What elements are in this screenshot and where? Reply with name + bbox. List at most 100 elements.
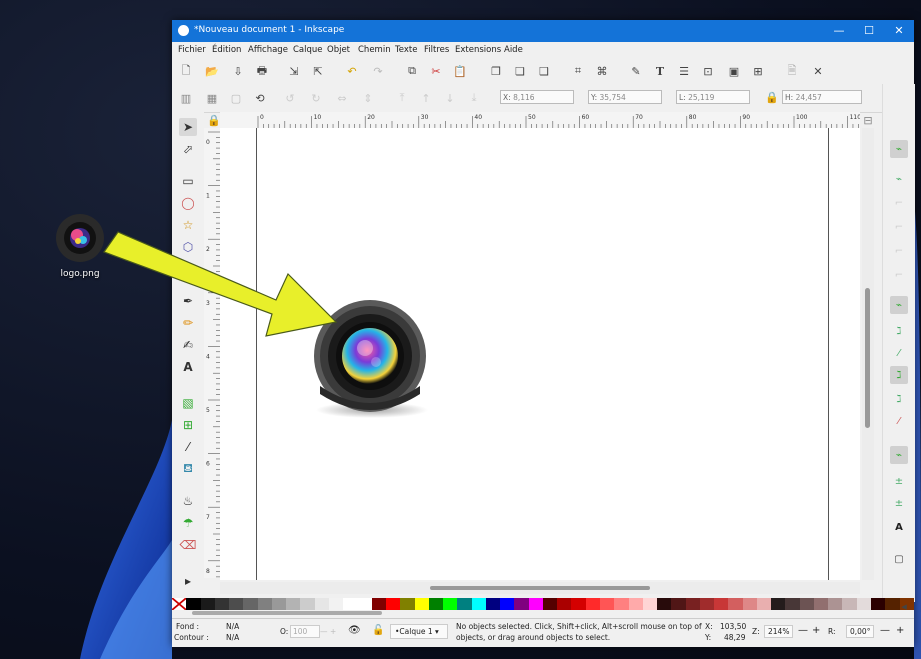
palette-swatch[interactable] bbox=[542, 598, 558, 610]
snap-smooth-nodes-icon[interactable]: ℷ bbox=[890, 390, 908, 408]
unlink-clone-icon[interactable]: ❑ bbox=[536, 63, 552, 79]
palette-swatch[interactable] bbox=[799, 598, 814, 610]
palette-swatch[interactable] bbox=[756, 598, 772, 610]
palette-swatch[interactable] bbox=[813, 598, 829, 610]
bezier-tool-icon[interactable]: ✒ bbox=[179, 292, 197, 310]
rotate-canvas-icon[interactable]: ⊟ bbox=[860, 112, 876, 128]
rotate-icon[interactable]: ⟲ bbox=[252, 90, 268, 106]
height-field[interactable]: H: 24,457 bbox=[782, 90, 862, 104]
menu-aide[interactable]: Aide bbox=[504, 45, 523, 55]
gradient-tool-icon[interactable]: ▧ bbox=[179, 394, 197, 412]
toolbox-more-icon[interactable]: ▸ bbox=[179, 572, 197, 590]
palette-swatch[interactable] bbox=[229, 598, 244, 610]
palette-swatch[interactable] bbox=[214, 598, 230, 610]
palette-swatch[interactable] bbox=[699, 598, 715, 610]
snap-nodes-icon[interactable]: ⌁ bbox=[890, 296, 908, 314]
star-tool-icon[interactable]: ☆ bbox=[179, 216, 197, 234]
group-icon[interactable]: ⌗ bbox=[570, 63, 586, 79]
palette-swatch[interactable] bbox=[685, 598, 700, 610]
palette-swatch[interactable] bbox=[471, 598, 486, 610]
text-font-icon[interactable]: T bbox=[652, 63, 668, 79]
palette-scrollbar[interactable] bbox=[192, 611, 382, 615]
opacity-field[interactable]: 100 bbox=[290, 625, 320, 638]
palette-swatch[interactable] bbox=[528, 598, 543, 610]
eraser-tool-icon[interactable]: ⌫ bbox=[179, 536, 197, 554]
palette-swatch[interactable] bbox=[614, 598, 629, 610]
palette-swatch[interactable] bbox=[186, 598, 201, 610]
palette-swatch[interactable] bbox=[357, 598, 372, 610]
paste-icon[interactable]: 📋 bbox=[452, 63, 468, 79]
deselect-icon[interactable]: ▢ bbox=[228, 90, 244, 106]
save-icon[interactable]: ⇩ bbox=[230, 63, 246, 79]
rotation-field[interactable]: 0,00° bbox=[846, 625, 875, 638]
redo-icon[interactable]: ↷ bbox=[370, 63, 386, 79]
opacity-minus[interactable]: — bbox=[320, 627, 328, 636]
palette-swatch[interactable] bbox=[257, 598, 272, 610]
select-all-layers-icon[interactable]: ▦ bbox=[204, 90, 220, 106]
width-field[interactable]: L: 25,119 bbox=[676, 90, 750, 104]
snap-paths-icon[interactable]: ℷ bbox=[890, 322, 908, 340]
lower-to-bottom-icon[interactable]: ⤓ bbox=[466, 90, 482, 106]
menu-affichage[interactable]: Affichage bbox=[248, 45, 288, 55]
layer-lock-icon[interactable]: 🔓 bbox=[372, 625, 384, 636]
palette-swatch[interactable] bbox=[485, 598, 501, 610]
snap-page-border-icon[interactable]: ▢ bbox=[890, 550, 908, 568]
mesh-tool-icon[interactable]: ⊞ bbox=[179, 416, 197, 434]
spray-tool-icon[interactable]: ☂ bbox=[179, 514, 197, 532]
lock-ratio-icon[interactable]: 🔒 bbox=[764, 89, 780, 105]
horizontal-scrollbar[interactable] bbox=[220, 582, 860, 594]
new-document-icon[interactable]: 🗋 bbox=[178, 63, 194, 79]
palette-swatch[interactable] bbox=[286, 598, 301, 610]
dropper-tool-icon[interactable]: ⁄ bbox=[179, 438, 197, 456]
undo-icon[interactable]: ↶ bbox=[344, 63, 360, 79]
palette-swatch[interactable] bbox=[514, 598, 529, 610]
stroke-value[interactable]: N/A bbox=[226, 633, 239, 642]
palette-swatch[interactable] bbox=[328, 598, 344, 610]
palette-swatch[interactable] bbox=[557, 598, 572, 610]
layer-selector[interactable]: •Calque 1 ▾ bbox=[390, 624, 448, 639]
rotate-ccw-icon[interactable]: ↺ bbox=[282, 90, 298, 106]
menu-texte[interactable]: Texte bbox=[395, 45, 417, 55]
align-icon[interactable]: ▣ bbox=[726, 63, 742, 79]
flip-vertical-icon[interactable]: ⇕ bbox=[360, 90, 376, 106]
ellipse-tool-icon[interactable]: ◯ bbox=[179, 194, 197, 212]
node-tool-icon[interactable]: ⬀ bbox=[179, 140, 197, 158]
paint-bucket-tool-icon[interactable]: ⛾ bbox=[179, 460, 197, 478]
palette-swatch[interactable] bbox=[856, 598, 872, 610]
snap-bbox-icon[interactable]: ⌁ bbox=[890, 170, 908, 188]
rectangle-tool-icon[interactable]: ▭ bbox=[179, 172, 197, 190]
palette-swatch[interactable] bbox=[871, 598, 886, 610]
palette-swatch[interactable] bbox=[714, 598, 729, 610]
desktop-file-logo-png[interactable]: logo.png bbox=[40, 212, 120, 279]
text-tool-icon[interactable]: A bbox=[179, 358, 197, 376]
palette-swatch[interactable] bbox=[457, 598, 472, 610]
lock-guides-icon[interactable]: 🔒 bbox=[206, 112, 222, 128]
palette-swatch[interactable] bbox=[571, 598, 586, 610]
clone-icon[interactable]: ❏ bbox=[512, 63, 528, 79]
palette-swatch[interactable] bbox=[428, 598, 444, 610]
import-icon[interactable]: ⇲ bbox=[286, 63, 302, 79]
objects-icon[interactable]: ⊡ bbox=[700, 63, 716, 79]
menu-chemin[interactable]: Chemin bbox=[358, 45, 391, 55]
close-button[interactable]: ✕ bbox=[884, 20, 914, 42]
snap-cusp-nodes-icon[interactable]: ℷ bbox=[890, 366, 908, 384]
palette-swatch[interactable] bbox=[271, 598, 287, 610]
menu-extensions[interactable]: Extensions bbox=[455, 45, 501, 55]
palette-menu-icon[interactable]: ◂ bbox=[896, 598, 912, 614]
fill-stroke-icon[interactable]: ✎ bbox=[628, 63, 644, 79]
snap-bbox-centers-icon[interactable]: ⌐ bbox=[890, 266, 908, 284]
opacity-plus[interactable]: + bbox=[330, 627, 336, 636]
palette-swatch[interactable] bbox=[728, 598, 743, 610]
lower-icon[interactable]: ↓ bbox=[442, 90, 458, 106]
menu-edition[interactable]: Édition bbox=[212, 45, 241, 55]
palette-swatch[interactable] bbox=[842, 598, 857, 610]
palette-swatch[interactable] bbox=[314, 598, 329, 610]
palette-swatch[interactable] bbox=[343, 598, 358, 610]
maximize-button[interactable]: ☐ bbox=[854, 20, 884, 42]
palette-swatch[interactable] bbox=[414, 598, 429, 610]
palette-swatch[interactable] bbox=[243, 598, 258, 610]
ungroup-icon[interactable]: ⌘ bbox=[594, 63, 610, 79]
palette-swatch[interactable] bbox=[371, 598, 386, 610]
snap-intersections-icon[interactable]: ⁄ bbox=[890, 344, 908, 362]
snap-text-baseline-icon[interactable]: A bbox=[890, 518, 908, 536]
